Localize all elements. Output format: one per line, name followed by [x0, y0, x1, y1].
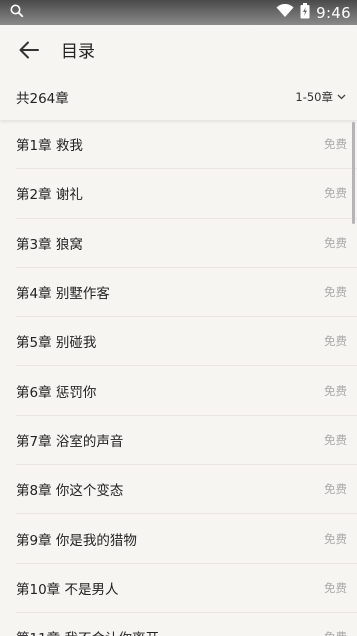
chapter-title: 第4章 别墅作客 [16, 286, 110, 303]
chapter-row[interactable]: 第9章 你是我的猎物 免费 [16, 514, 357, 564]
chapter-title: 第2章 谢礼 [16, 187, 83, 204]
chapter-title: 第6章 惩罚你 [16, 384, 97, 401]
chapter-row[interactable]: 第6章 惩罚你 免费 [16, 366, 357, 416]
free-badge: 免费 [324, 137, 347, 152]
chapter-title: 第11章 我不会让你离开 [16, 627, 159, 636]
chapter-title: 第3章 狼窝 [16, 236, 83, 253]
status-bar: 9:46 [0, 0, 357, 25]
chapter-title: 第10章 不是男人 [16, 581, 119, 598]
chapter-list[interactable]: 第1章 救我 免费 第2章 谢礼 免费 第3章 狼窝 免费 第4章 别墅作客 免费 第5… [0, 120, 357, 636]
back-button[interactable] [15, 36, 43, 64]
wifi-icon [276, 3, 294, 22]
scrollbar[interactable] [352, 122, 355, 224]
battery-icon [300, 2, 310, 23]
chapter-row[interactable]: 第1章 救我 免费 [16, 120, 357, 170]
free-badge: 免费 [324, 235, 347, 250]
app-header: 目录 [0, 25, 357, 74]
free-badge: 免费 [324, 334, 347, 349]
chapter-row[interactable]: 第8章 你这个变态 免费 [16, 465, 357, 515]
page-title: 目录 [61, 42, 95, 62]
chapter-summary-bar: 共264章 1-50章 [0, 74, 357, 120]
chapter-title: 第1章 救我 [16, 138, 83, 155]
free-badge: 免费 [324, 482, 347, 497]
chapter-row[interactable]: 第11章 我不会让你离开 免费 [16, 613, 357, 636]
chapter-row[interactable]: 第10章 不是男人 免费 [16, 564, 357, 613]
chapter-title: 第5章 别碰我 [16, 335, 97, 352]
free-badge: 免费 [324, 383, 347, 398]
free-badge: 免费 [324, 285, 347, 300]
chapter-title: 第9章 你是我的猎物 [16, 532, 137, 549]
status-time: 9:46 [316, 3, 351, 22]
free-badge: 免费 [324, 432, 347, 447]
chapter-title: 第8章 你这个变态 [16, 483, 124, 500]
chapter-title: 第7章 浴室的声音 [16, 433, 124, 450]
chapter-row[interactable]: 第3章 狼窝 免费 [16, 219, 357, 268]
free-badge: 免费 [324, 186, 347, 201]
chapter-range-label: 1-50章 [295, 90, 333, 104]
chapter-range-dropdown[interactable]: 1-50章 [295, 89, 346, 105]
chapter-row[interactable]: 第2章 谢礼 免费 [16, 169, 357, 219]
chapter-row[interactable]: 第5章 别碰我 免费 [16, 317, 357, 367]
chapter-row[interactable]: 第4章 别墅作客 免费 [16, 268, 357, 318]
chapter-total: 共264章 [16, 91, 69, 107]
free-badge: 免费 [324, 531, 347, 546]
free-badge: 免费 [324, 629, 347, 636]
free-badge: 免费 [324, 580, 347, 595]
arrow-left-icon [19, 41, 39, 58]
status-icons: 9:46 [276, 2, 351, 23]
chapter-row[interactable]: 第7章 浴室的声音 免费 [16, 416, 357, 466]
chevron-down-icon [337, 94, 346, 100]
search-icon [10, 3, 24, 22]
